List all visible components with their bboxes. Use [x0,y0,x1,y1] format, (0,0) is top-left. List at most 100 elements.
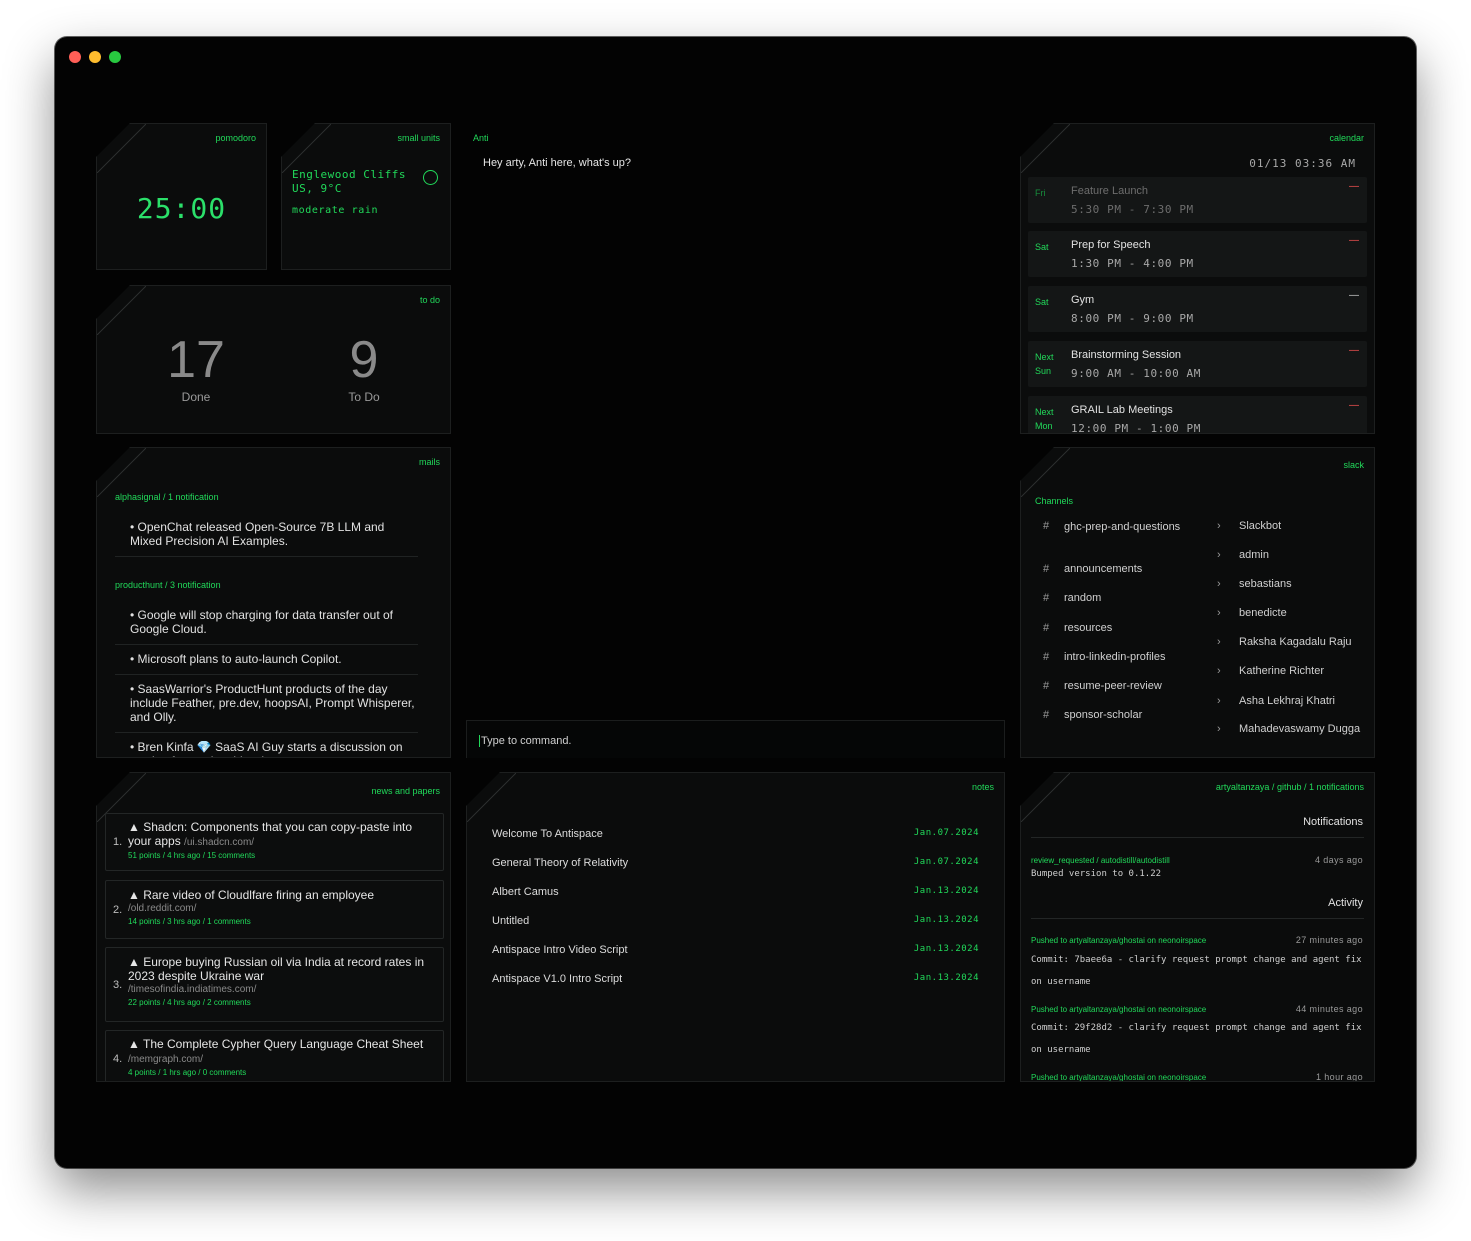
note-item[interactable]: Untitled Jan.13.2024 [492,915,979,927]
mail-item[interactable]: • OpenChat released Open-Source 7B LLM a… [115,513,418,557]
weather-location: Englewood Cliffs US, 9°C [292,168,406,196]
pomodoro-widget[interactable]: pomodoro 25:00 [96,123,267,270]
calendar-event[interactable]: Fri Feature Launch 5:30 PM - 7:30 PM — [1028,177,1367,223]
news-item-number: 4. [113,1053,123,1065]
github-activity-text: Commit: 7baee6a - clarify request prompt… [1031,955,1362,987]
news-item-meta: 22 points / 4 hrs ago / 2 comments [128,998,251,1007]
mail-group-header[interactable]: producthunt / 3 notification [115,580,418,590]
news-item-domain[interactable]: /timesofindia.indiatimes.com/ [128,983,435,997]
divider [1031,918,1364,919]
remove-event-icon[interactable]: — [1349,181,1359,192]
slack-dm[interactable]: › Asha Lekhraj Khatri [1217,695,1335,707]
calendar-event-title: Prep for Speech [1071,239,1151,251]
zoom-window-button[interactable] [109,51,121,63]
note-item[interactable]: Welcome To Antispace Jan.07.2024 [492,828,979,840]
mail-item[interactable]: • Bren Kinfa 💎 SaaS AI Guy starts a disc… [115,733,418,757]
note-item[interactable]: Antispace V1.0 Intro Script Jan.13.2024 [492,973,979,985]
command-input-placeholder: Type to command. [479,735,572,747]
calendar-event-day: Sat [1035,297,1049,307]
slack-channel[interactable]: # announcements [1043,563,1193,575]
mail-item[interactable]: • Google will stop charging for data tra… [115,601,418,645]
slack-channel[interactable]: # random [1043,592,1193,604]
mail-item[interactable]: • Microsoft plans to auto-launch Copilot… [115,645,418,675]
weather-units-toggle[interactable]: small units [397,133,440,143]
weather-location-city: Englewood Cliffs [292,168,406,181]
slack-channel-name: sponsor-scholar [1064,709,1143,721]
todo-title[interactable]: to do [420,295,440,305]
news-item[interactable]: 2. ▲ Rare video of Cloudlfare firing an … [105,880,444,939]
slack-channel-name: random [1064,592,1102,604]
chevron-right-icon: › [1217,636,1221,648]
remove-event-icon[interactable]: — [1349,345,1359,356]
remove-event-icon[interactable]: — [1349,290,1359,301]
pomodoro-timer[interactable]: 25:00 [97,192,266,225]
slack-dm[interactable]: › Slackbot [1217,520,1281,532]
slack-channel-name: ghc-prep-and-questions [1064,521,1181,533]
github-activity-link[interactable]: Pushed to artyaltanzaya/ghostai on neono… [1031,1073,1206,1081]
news-item-meta: 51 points / 4 hrs ago / 15 comments [128,851,256,860]
news-item-body: ▲ Rare video of Cloudlfare firing an emp… [128,888,435,928]
news-item-domain[interactable]: /old.reddit.com/ [128,902,435,916]
github-title[interactable]: artyaltanzaya / github / 1 notifications [1216,782,1364,792]
slack-dm[interactable]: › admin [1217,549,1269,561]
remove-event-icon[interactable]: — [1349,400,1359,411]
slack-channel[interactable]: # intro-linkedin-profiles [1043,651,1193,663]
note-item[interactable]: Albert Camus Jan.13.2024 [492,886,979,898]
calendar-event-day: Next Sun [1035,352,1054,376]
news-item-title[interactable]: ▲ Europe buying Russian oil via India at… [128,955,435,983]
pomodoro-title: pomodoro [215,133,256,143]
github-activity-link[interactable]: Pushed to artyaltanzaya/ghostai on neono… [1031,1005,1206,1014]
news-item-title[interactable]: ▲ Rare video of Cloudlfare firing an emp… [128,888,435,902]
note-item[interactable]: General Theory of Relativity Jan.07.2024 [492,857,979,869]
notes-widget: notes Welcome To Antispace Jan.07.2024 Ge… [466,772,1005,1082]
news-item-title[interactable]: ▲ The Complete Cypher Query Language Che… [128,1037,423,1051]
news-item[interactable]: 3. ▲ Europe buying Russian oil via India… [105,947,444,1022]
github-activity-header: Activity [1328,897,1363,909]
slack-dm-name: Mahadevaswamy Dugga [1239,723,1361,735]
slack-dm-name: Asha Lekhraj Khatri [1239,695,1335,707]
mail-group-header[interactable]: alphasignal / 1 notification [115,492,418,502]
calendar-event-day: Sat [1035,242,1049,252]
slack-dm[interactable]: › sebastians [1217,578,1292,590]
news-item[interactable]: 1. ▲ Shadcn: Components that you can cop… [105,813,444,871]
calendar-event[interactable]: Next Mon GRAIL Lab Meetings 12:00 PM - 1… [1028,396,1367,433]
news-item-body: ▲ The Complete Cypher Query Language Che… [128,1037,435,1079]
note-date: Jan.13.2024 [913,944,979,954]
github-activity-link[interactable]: Pushed to artyaltanzaya/ghostai on neono… [1031,936,1206,945]
minimize-window-button[interactable] [89,51,101,63]
command-input[interactable]: Type to command. [466,720,1005,758]
slack-channel[interactable]: # sponsor-scholar [1043,709,1193,721]
slack-dm-name: benedicte [1239,607,1287,619]
slack-channel[interactable]: # resume-peer-review [1043,680,1193,692]
news-item-domain[interactable]: /ui.shadcn.com/ [184,837,254,848]
slack-dm[interactable]: › Katherine Richter [1217,665,1324,677]
slack-channel-name: resources [1064,622,1113,634]
slack-channel[interactable]: # resources [1043,622,1193,634]
remove-event-icon[interactable]: — [1349,235,1359,246]
calendar-datetime: 01/13 03:36 AM [1249,157,1356,170]
mail-group-alphasignal: alphasignal / 1 notification • OpenChat … [115,492,418,557]
calendar-event-time: 1:30 PM - 4:00 PM [1071,257,1194,270]
note-name: Albert Camus [492,886,559,898]
close-window-button[interactable] [69,51,81,63]
news-item[interactable]: 4. ▲ The Complete Cypher Query Language … [105,1030,444,1081]
slack-channel[interactable]: # ghc-prep-and-questions [1043,520,1193,534]
todo-pending-column[interactable]: 9 To Do [304,330,424,404]
slack-dm[interactable]: › Mahadevaswamy Dugga [1217,723,1360,735]
chat-message: Hey arty, Anti here, what's up? [483,157,632,169]
note-item[interactable]: Antispace Intro Video Script Jan.13.2024 [492,944,979,956]
todo-done-column[interactable]: 17 Done [136,330,256,404]
calendar-event-title: Gym [1071,294,1095,306]
news-item-title[interactable]: ▲ Shadcn: Components that you can copy-p… [128,820,412,848]
calendar-event-time: 9:00 AM - 10:00 AM [1071,367,1202,380]
app-window: pomodoro 25:00 small units Englewood Cli… [55,37,1416,1168]
news-item-domain[interactable]: /memgraph.com/ [128,1054,203,1065]
mail-item[interactable]: • SaasWarrior's ProductHunt products of … [115,675,418,733]
slack-dm[interactable]: › benedicte [1217,607,1287,619]
news-item-number: 2. [113,904,123,916]
news-item-meta: 14 points / 3 hrs ago / 1 comments [128,917,251,926]
calendar-event[interactable]: Sat Prep for Speech 1:30 PM - 4:00 PM — [1028,231,1367,277]
calendar-event[interactable]: Sat Gym 8:00 PM - 9:00 PM — [1028,286,1367,332]
slack-dm[interactable]: › Raksha Kagadalu Raju [1217,636,1352,648]
calendar-event[interactable]: Next Sun Brainstorming Session 9:00 AM -… [1028,341,1367,387]
